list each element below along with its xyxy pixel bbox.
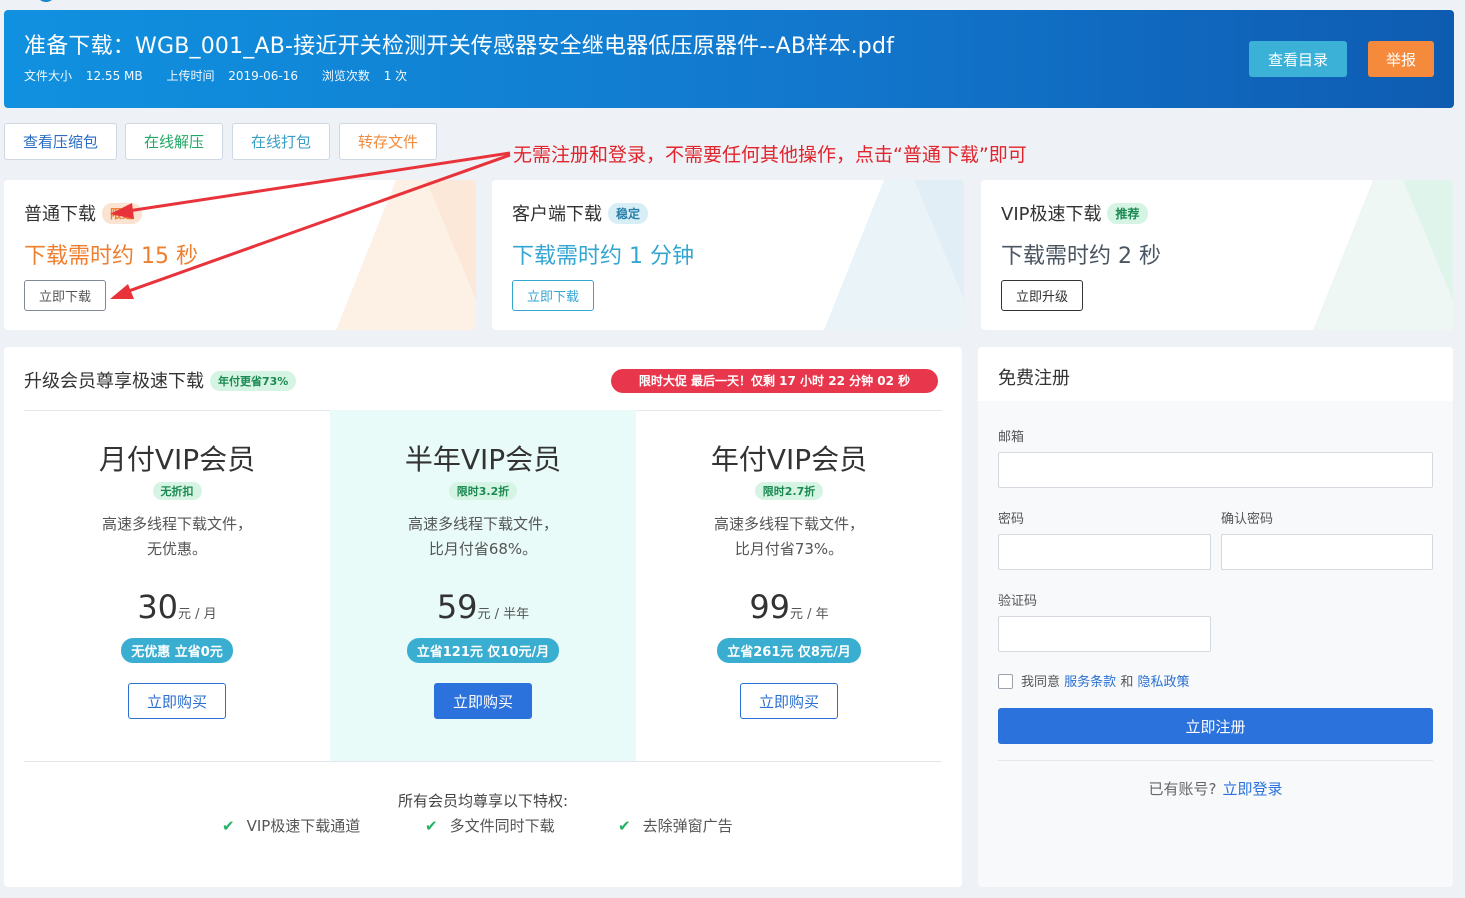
annual-plan: 年付VIP会员 限时2.7折 高速多线程下载文件， 比月付省73%。 99元 / …	[636, 410, 942, 761]
plan-tag: 限时3.2折	[448, 482, 518, 500]
logo-icon	[36, 0, 56, 2]
report-button[interactable]: 举报	[1368, 41, 1434, 77]
register-header: 免费注册	[978, 347, 1453, 401]
buy-annual-button[interactable]: 立即购买	[740, 683, 838, 719]
download-time: 下载需时约 1 分钟	[512, 244, 694, 269]
recommend-badge: 推荐	[1107, 203, 1148, 224]
upload-label: 上传时间	[166, 69, 215, 83]
plan-desc: 高速多线程下载文件，	[407, 515, 558, 533]
card-decoration	[824, 180, 964, 330]
card-title: 客户端下载	[512, 204, 602, 225]
plan-unit: 元 / 半年	[477, 607, 530, 622]
check-icon: ✔	[222, 817, 235, 835]
login-link[interactable]: 立即登录	[1222, 780, 1282, 798]
stable-badge: 稳定	[608, 203, 649, 224]
normal-download-card: 普通下载 限速 下载需时约 15 秒 立即下载	[4, 180, 476, 330]
monthly-plan: 月付VIP会员 无折扣 高速多线程下载文件， 无优惠。 30元 / 月 无优惠 立…	[24, 410, 330, 761]
perk-label: 去除弹窗广告	[642, 817, 733, 835]
password-field[interactable]	[998, 534, 1211, 570]
save-file-button[interactable]: 转存文件	[339, 123, 437, 160]
plan-unit: 元 / 年	[790, 607, 829, 622]
terms-link[interactable]: 服务条款	[1064, 675, 1116, 690]
agree-checkbox[interactable]	[998, 674, 1013, 689]
perks-title: 所有会员均尊享以下特权:	[397, 792, 569, 810]
plan-savings-badge: 立省121元 仅10元/月	[406, 638, 560, 663]
perk-item: ✔ 多文件同时下载	[425, 815, 555, 836]
half-year-plan: 半年VIP会员 限时3.2折 高速多线程下载文件， 比月付省68%。 59元 / …	[330, 410, 636, 761]
upload-value: 2019-06-16	[228, 69, 299, 83]
promo-countdown-badge: 限时大促 最后一天！仅剩 17 小时 22 分钟 02 秒	[611, 369, 938, 393]
card-title: VIP极速下载	[1001, 204, 1102, 225]
privacy-link[interactable]: 隐私政策	[1137, 675, 1189, 690]
views-label: 浏览次数	[321, 69, 370, 83]
size-value: 12.55 MB	[85, 69, 143, 83]
download-header: 准备下载：WGB_001_AB-接近开关检测开关传感器安全继电器低压原器件--A…	[4, 10, 1454, 108]
plan-savings-badge: 无优惠 立省0元	[121, 638, 233, 663]
page-title: 准备下载：WGB_001_AB-接近开关检测开关传感器安全继电器低压原器件--A…	[24, 34, 895, 59]
size-label: 文件大小	[24, 69, 73, 83]
check-icon: ✔	[618, 817, 631, 835]
register-button[interactable]: 立即注册	[998, 708, 1433, 744]
buy-half-year-button[interactable]: 立即购买	[434, 683, 532, 719]
vip-title: 升级会员尊享极速下载	[24, 371, 204, 392]
normal-download-button[interactable]: 立即下载	[24, 280, 107, 311]
download-time: 下载需时约 2 秒	[1001, 244, 1161, 269]
plan-desc: 高速多线程下载文件，	[101, 515, 252, 533]
agree-text: 我同意	[1021, 675, 1061, 690]
login-prompt: 已有账号? 立即登录	[978, 778, 1453, 799]
confirm-password-label: 确认密码	[1221, 512, 1274, 527]
plan-name: 半年VIP会员	[404, 443, 562, 476]
annotation-text: 无需注册和登录，不需要任何其他操作，点击“普通下载”即可	[513, 144, 1027, 166]
card-decoration	[336, 180, 476, 330]
plan-desc: 无优惠。	[146, 540, 207, 558]
plan-savings-badge: 立省261元 仅8元/月	[717, 638, 861, 663]
register-title: 免费注册	[998, 368, 1070, 389]
plan-tag: 限时2.7折	[754, 482, 824, 500]
check-icon: ✔	[425, 817, 438, 835]
plan-desc: 比月付省68%。	[428, 540, 538, 558]
upgrade-button[interactable]: 立即升级	[1001, 280, 1084, 311]
perk-label: VIP极速下载通道	[246, 817, 361, 835]
card-title: 普通下载	[24, 204, 96, 225]
plan-desc: 高速多线程下载文件，	[713, 515, 864, 533]
perk-label: 多文件同时下载	[449, 817, 555, 835]
client-download-card: 客户端下载 稳定 下载需时约 1 分钟 立即下载	[492, 180, 964, 330]
buy-monthly-button[interactable]: 立即购买	[128, 683, 226, 719]
plan-unit: 元 / 月	[178, 607, 217, 622]
speed-limit-badge: 限速	[102, 203, 143, 224]
email-field[interactable]	[998, 452, 1433, 488]
perk-item: ✔ 去除弹窗广告	[618, 815, 733, 836]
views-value: 1 次	[383, 69, 408, 83]
plan-desc: 比月付省73%。	[734, 540, 844, 558]
annual-save-badge: 年付更省73%	[210, 371, 297, 391]
plan-tag: 无折扣	[152, 482, 202, 500]
email-label: 邮箱	[998, 430, 1025, 445]
plan-name: 月付VIP会员	[98, 443, 256, 476]
divider	[998, 760, 1433, 761]
and-text: 和	[1120, 675, 1134, 690]
online-unzip-button[interactable]: 在线解压	[125, 123, 223, 160]
client-download-button[interactable]: 立即下载	[512, 280, 595, 311]
captcha-field[interactable]	[998, 616, 1211, 652]
plan-price: 30	[137, 588, 179, 626]
have-account-text: 已有账号?	[1148, 780, 1217, 798]
captcha-label: 验证码	[998, 594, 1038, 609]
perk-item: ✔ VIP极速下载通道	[222, 815, 360, 836]
vip-download-card: VIP极速下载 推荐 下载需时约 2 秒 立即升级	[981, 180, 1453, 330]
divider	[24, 761, 942, 762]
password-label: 密码	[998, 512, 1025, 527]
plan-price: 99	[749, 588, 791, 626]
card-decoration	[1313, 180, 1453, 330]
plan-name: 年付VIP会员	[710, 443, 868, 476]
file-meta: 文件大小 12.55 MB 上传时间 2019-06-16 浏览次数 1 次	[24, 67, 427, 84]
agree-row: 我同意 服务条款 和 隐私政策	[998, 671, 1189, 690]
view-archive-button[interactable]: 查看压缩包	[4, 123, 117, 160]
online-pack-button[interactable]: 在线打包	[232, 123, 330, 160]
plan-price: 59	[436, 588, 478, 626]
view-catalog-button[interactable]: 查看目录	[1249, 41, 1347, 77]
download-time: 下载需时约 15 秒	[24, 244, 198, 269]
confirm-password-field[interactable]	[1221, 534, 1433, 570]
